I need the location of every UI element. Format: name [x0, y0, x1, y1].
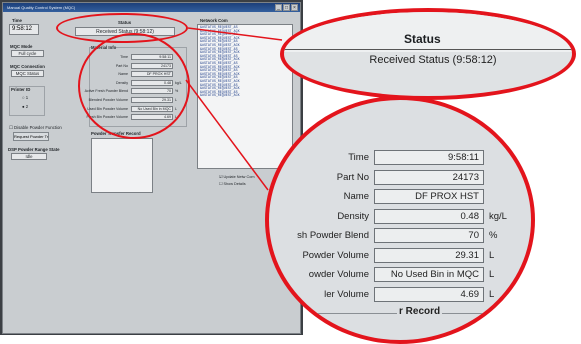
zoom-field-label: Density: [337, 210, 369, 222]
zoom-material-row: Part No 24173: [269, 169, 531, 188]
zoom-field-unit: L: [489, 288, 495, 300]
zoom-material-row: sh Powder Blend 70%: [269, 228, 531, 246]
zoom-field-label: ler Volume: [324, 288, 369, 300]
zoom-material-row: Name DF PROX HST: [269, 189, 531, 207]
zoom-field-label: Time: [348, 152, 369, 163]
zoom-material-row: ler Volume 4.69 L: [269, 286, 531, 305]
zoom-field-unit: %: [489, 230, 498, 241]
zoom-field-value: 24173: [374, 169, 484, 185]
zoom-status-value: Received Status (9:58:12): [369, 54, 497, 66]
status-zoom-divider: [284, 49, 572, 50]
zoom-field-value: 4.69: [374, 286, 484, 302]
zoom-field-label: owder Volume: [308, 269, 369, 280]
material-connector: [185, 79, 269, 191]
zoom-field-label: Powder Volume: [302, 249, 369, 261]
zoom-field-label: Part No: [336, 171, 369, 183]
zoom-field-unit: L: [489, 249, 495, 261]
zoom-field-unit: L: [489, 269, 495, 280]
zoom-field-unit: kg/L: [489, 210, 507, 222]
zoom-field-value: No Used Bin in MQC: [374, 267, 484, 282]
zoom-status-label: Status: [404, 32, 441, 46]
zoom-material-row: Time 9:58:11: [269, 150, 531, 168]
zoom-material-row: Density 0.48 kg/L: [269, 208, 531, 227]
zoom-material-row: Powder Volume 29.31 L: [269, 247, 531, 266]
zoom-record-label: r Record: [397, 306, 443, 317]
zoom-material-row: owder Volume No Used Bin in MQC L: [269, 267, 531, 285]
status-zoom-inset: Status Received Status (9:58:12): [280, 8, 576, 100]
zoom-field-label: sh Powder Blend: [297, 230, 369, 241]
zoom-field-label: Name: [343, 191, 369, 202]
zoom-field-value: 9:58:11: [374, 150, 484, 165]
zoom-field-value: 0.48: [374, 208, 484, 224]
status-connector: [187, 27, 283, 41]
zoom-field-value: DF PROX HST: [374, 189, 484, 204]
material-zoom-inset: Time 9:58:11 Part No 24173 Name DF PROX HST De…: [265, 96, 535, 344]
zoom-field-value: 29.31: [374, 247, 484, 263]
zoom-field-value: 70: [374, 228, 484, 243]
